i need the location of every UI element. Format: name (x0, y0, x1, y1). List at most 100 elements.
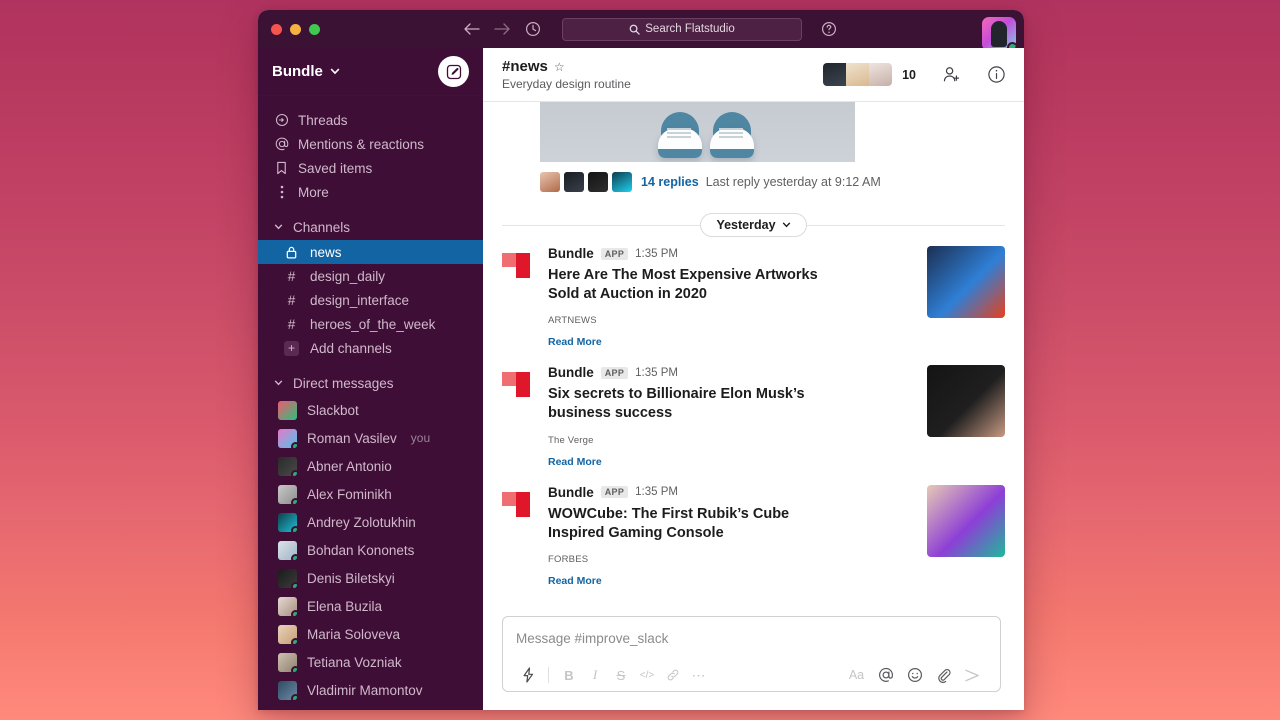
message-timestamp: 1:35 PM (635, 486, 678, 498)
channel-topic[interactable]: Everyday design routine (502, 77, 631, 91)
presence-dot (291, 469, 297, 476)
thread-replies-bar[interactable]: 14 replies Last reply yesterday at 9:12 … (540, 171, 1024, 193)
message-list[interactable]: 14 replies Last reply yesterday at 9:12 … (483, 102, 1024, 606)
sidebar-dm-item[interactable]: Vladimir Mamontov (258, 676, 483, 704)
hash-icon: # (287, 316, 296, 332)
sidebar-item-threads[interactable]: Threads (258, 108, 483, 132)
date-divider-pill[interactable]: Yesterday (700, 213, 807, 237)
channels-group-header[interactable]: Channels (258, 214, 483, 240)
thread-replies-count[interactable]: 14 replies (641, 175, 699, 189)
compose-button[interactable] (438, 56, 469, 87)
sidebar-item-heroes-of-the-week[interactable]: # heroes_of_the_week (258, 312, 483, 336)
news-thumbnail[interactable] (927, 246, 1005, 318)
composer-toolbar: B I S </> ⋯ Aa (503, 659, 1000, 691)
sidebar-dm-item[interactable]: Alex Fominikh (258, 480, 483, 508)
message-header: Bundle APP 1:35 PM (548, 365, 927, 380)
message-input[interactable]: Message #improve_slack (503, 617, 1000, 659)
sidebar-item-more[interactable]: More (258, 180, 483, 204)
presence-dot (291, 497, 297, 504)
search-icon (629, 24, 640, 35)
member-facepile[interactable] (823, 63, 893, 86)
sidebar-item-label: More (298, 184, 329, 200)
user-avatar[interactable] (982, 17, 1016, 51)
sidebar-dm-item[interactable]: Abner Antonio (258, 452, 483, 480)
slack-window: Search Flatstudio Bundle Threads Mention… (258, 10, 1024, 710)
sidebar: Bundle Threads Mentions & reactions Save… (258, 48, 483, 710)
formatting-aa-icon[interactable]: Aa (842, 662, 871, 688)
window-controls[interactable] (271, 23, 320, 35)
bold-icon[interactable]: B (556, 662, 582, 688)
maximize-window-button[interactable] (309, 23, 320, 35)
send-icon[interactable] (958, 662, 987, 688)
page-title: #news (502, 58, 548, 75)
message-sender[interactable]: Bundle (548, 365, 594, 380)
link-icon[interactable] (660, 662, 686, 688)
forward-arrow-icon[interactable] (494, 22, 511, 36)
sidebar-item-label: Mentions & reactions (298, 136, 425, 152)
help-circle-icon[interactable] (821, 21, 837, 37)
message-sender[interactable]: Bundle (548, 485, 594, 500)
sidebar-dm-item[interactable]: Denis Biletskyi (258, 564, 483, 592)
message-item[interactable]: Bundle APP 1:35 PM Six secrets to Billionai… (483, 354, 1024, 473)
avatar (278, 484, 297, 504)
sidebar-dm-label: Roman Vasilev (307, 430, 397, 446)
chevron-down-icon (782, 222, 791, 228)
search-input[interactable]: Search Flatstudio (562, 17, 802, 41)
chevron-down-icon (274, 224, 283, 230)
avatar-face (991, 21, 1007, 47)
sidebar-item-news[interactable]: news (258, 240, 483, 264)
news-thumbnail[interactable] (927, 365, 1005, 438)
add-channels-button[interactable]: + Add channels (258, 336, 483, 360)
info-circle-icon[interactable] (987, 65, 1006, 84)
strikethrough-icon[interactable]: S (608, 662, 634, 688)
message-sender[interactable]: Bundle (548, 246, 594, 261)
mention-at-icon[interactable] (871, 662, 900, 688)
attachment-icon[interactable] (929, 662, 958, 688)
sidebar-dm-item[interactable]: Maria Soloveva (258, 620, 483, 648)
presence-dot (291, 553, 297, 560)
facepile-avatar (823, 63, 847, 86)
close-window-button[interactable] (271, 23, 282, 35)
sidebar-dm-item[interactable]: Elena Buzila (258, 592, 483, 620)
sidebar-dm-item[interactable]: Roman Vasilev you (258, 424, 483, 452)
sidebar-dm-item[interactable]: Tetiana Vozniak (258, 648, 483, 676)
read-more-link[interactable]: Read More (548, 336, 927, 348)
bundle-app-logo-icon (502, 248, 538, 284)
shoes-image-attachment[interactable] (540, 102, 855, 162)
news-headline[interactable]: Six secrets to Billionaire Elon Musk’s b… (548, 385, 848, 423)
read-more-link[interactable]: Read More (548, 456, 927, 468)
sidebar-item-design-daily[interactable]: # design_daily (258, 264, 483, 288)
message-composer[interactable]: Message #improve_slack B I S </> ⋯ Aa (502, 616, 1001, 692)
lightning-shortcut-icon[interactable] (515, 662, 541, 688)
message-item[interactable]: Bundle APP 1:35 PM Here Are The Most Expens… (483, 235, 1024, 354)
sidebar-dm-label: Maria Soloveva (307, 626, 401, 642)
message-item[interactable]: Bundle APP 1:35 PM WOWCube: The First Rubik… (483, 474, 1024, 593)
sidebar-item-mentions[interactable]: Mentions & reactions (258, 132, 483, 156)
emoji-icon[interactable] (900, 662, 929, 688)
add-member-icon[interactable] (942, 65, 961, 84)
history-clock-icon[interactable] (525, 21, 541, 37)
sidebar-dm-item[interactable]: Bohdan Kononets (258, 536, 483, 564)
app-body: Bundle Threads Mentions & reactions Save… (258, 48, 1024, 710)
read-more-link[interactable]: Read More (548, 575, 927, 587)
avatar (278, 568, 297, 588)
italic-icon[interactable]: I (582, 662, 608, 688)
news-headline[interactable]: WOWCube: The First Rubik’s Cube Inspired… (548, 505, 848, 543)
back-arrow-icon[interactable] (463, 22, 480, 36)
star-icon[interactable]: ☆ (554, 60, 565, 74)
workspace-header[interactable]: Bundle (258, 48, 483, 96)
message-body: Bundle APP 1:35 PM Here Are The Most Expens… (538, 246, 927, 348)
news-thumbnail[interactable] (927, 484, 1005, 557)
thread-participant-avatar (588, 172, 608, 192)
code-icon[interactable]: </> (634, 662, 660, 688)
news-headline[interactable]: Here Are The Most Expensive Artworks Sol… (548, 266, 848, 304)
thread-participant-avatar (564, 172, 584, 192)
sidebar-item-design-interface[interactable]: # design_interface (258, 288, 483, 312)
sidebar-dm-item[interactable]: Andrey Zolotukhin (258, 508, 483, 536)
more-formatting-icon[interactable]: ⋯ (686, 662, 712, 688)
minimize-window-button[interactable] (290, 23, 301, 35)
sidebar-item-saved[interactable]: Saved items (258, 156, 483, 180)
sidebar-dm-item[interactable]: Slackbot (258, 396, 483, 424)
dm-group-header[interactable]: Direct messages (258, 370, 483, 396)
toolbar-separator (548, 667, 549, 683)
